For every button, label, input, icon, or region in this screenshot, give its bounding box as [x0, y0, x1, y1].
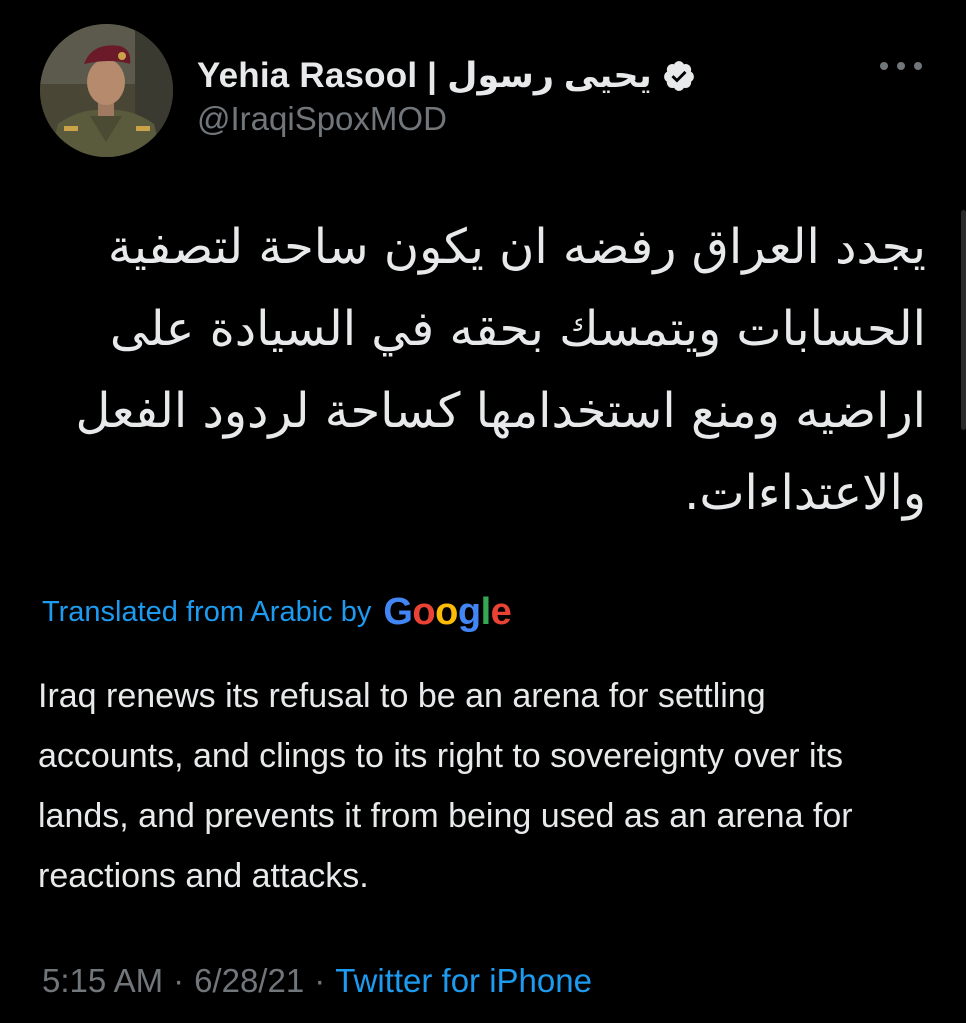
- google-logo-letter: e: [490, 590, 512, 633]
- display-name[interactable]: Yehia Rasool | يحيى رسول: [197, 56, 652, 96]
- tweet-time[interactable]: 5:15 AM: [42, 962, 163, 1000]
- google-logo-letter: g: [457, 590, 481, 633]
- more-dot: [914, 62, 922, 70]
- more-dot: [897, 62, 905, 70]
- tweet-text-translated: Iraq renews its refusal to be an arena f…: [38, 677, 853, 895]
- tweet-date[interactable]: 6/28/21: [194, 962, 304, 1000]
- tweet-header: Yehia Rasool | يحيى رسول @IraqiSpoxMOD: [40, 24, 930, 159]
- more-horizontal-icon[interactable]: [880, 54, 922, 78]
- verified-badge-icon: [662, 59, 696, 93]
- meta-separator: ·: [173, 962, 185, 999]
- author-name-row[interactable]: Yehia Rasool | يحيى رسول: [197, 54, 696, 98]
- more-dot: [880, 62, 888, 70]
- avatar[interactable]: [40, 24, 173, 157]
- tweet-source-link[interactable]: Twitter for iPhone: [335, 962, 592, 1000]
- google-logo-letter: o: [435, 590, 458, 633]
- google-logo-letter: G: [383, 590, 413, 633]
- translation-attribution[interactable]: Translated from Arabic by Google: [42, 586, 512, 638]
- scrollbar[interactable]: [961, 210, 966, 430]
- google-logo: Google: [383, 591, 511, 634]
- google-logo-letter: o: [412, 590, 436, 633]
- tweet-meta: 5:15 AM · 6/28/21 · Twitter for iPhone: [42, 956, 592, 1006]
- meta-separator: ·: [314, 962, 326, 999]
- tweet-text-original: يجدد العراق رفضه ان يكون ساحة لتصفية الح…: [75, 219, 926, 521]
- translated-from-label[interactable]: Translated from Arabic by: [42, 596, 371, 629]
- google-logo-letter: l: [480, 590, 492, 633]
- avatar-image: [40, 24, 173, 157]
- author-handle[interactable]: @IraqiSpoxMOD: [197, 100, 447, 138]
